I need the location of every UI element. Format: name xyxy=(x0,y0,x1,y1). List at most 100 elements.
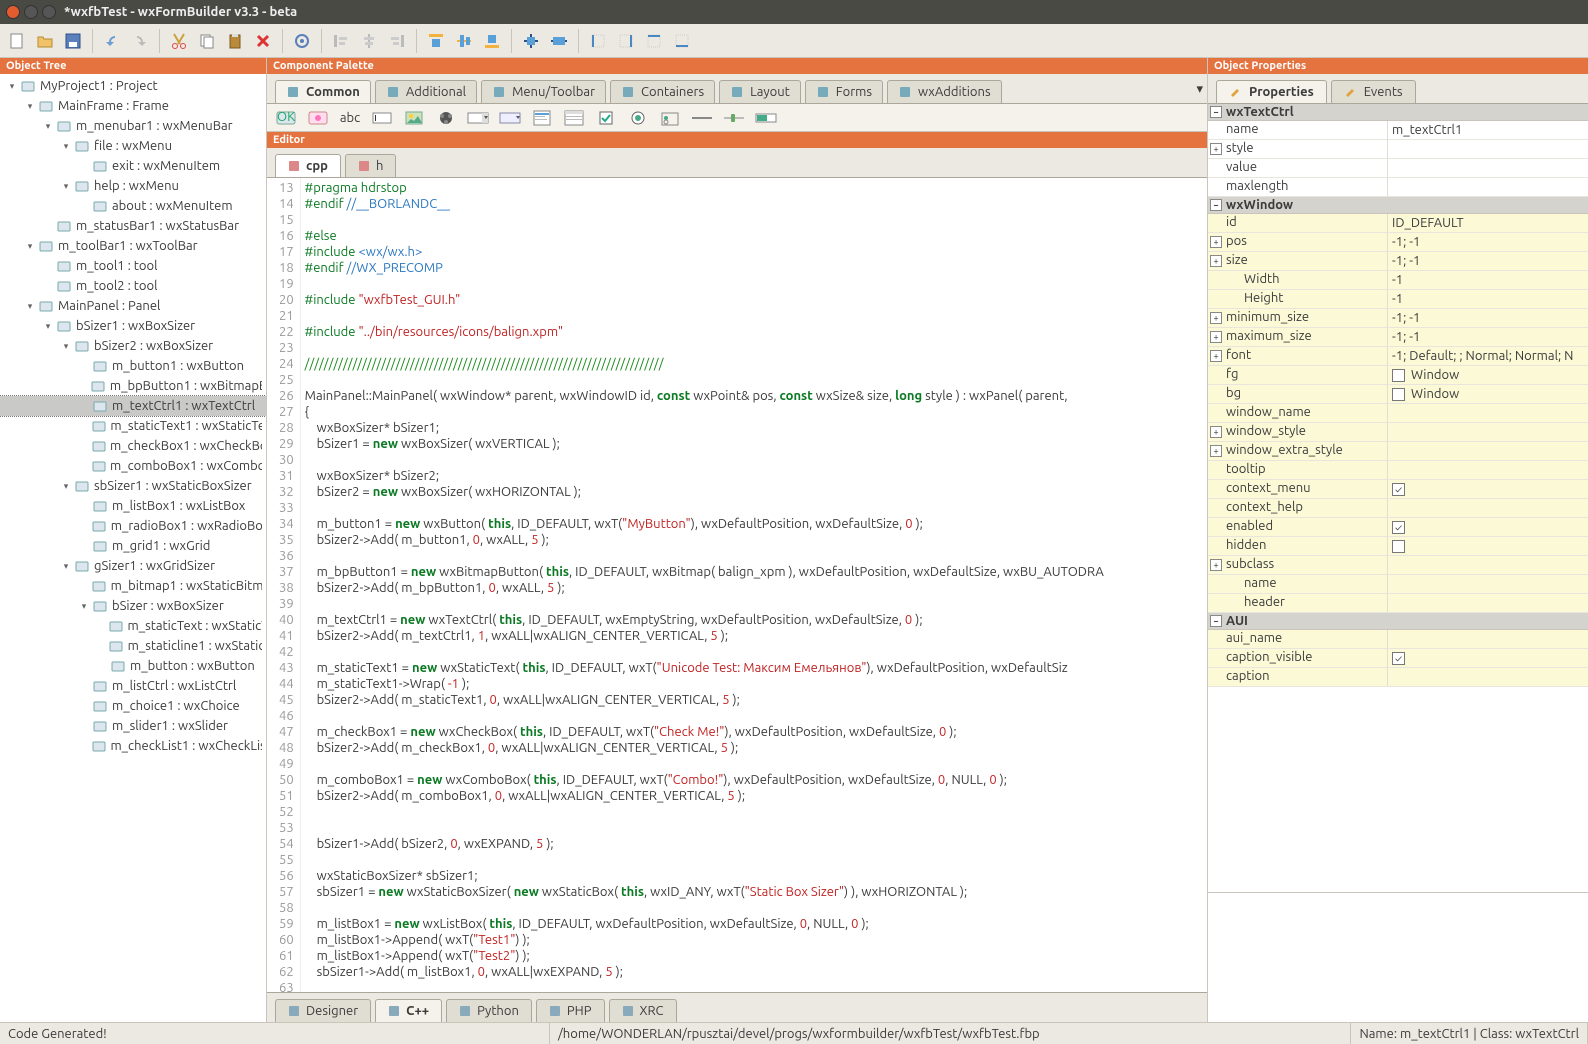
palette-tab-forms[interactable]: Forms xyxy=(805,80,883,103)
expand-icon[interactable]: + xyxy=(1210,143,1222,155)
prop-value[interactable]: -1; -1 xyxy=(1388,252,1588,270)
prop-row-tooltip[interactable]: tooltip xyxy=(1208,461,1588,480)
tree-item[interactable]: m_button1 : wxButton xyxy=(0,356,266,376)
prop-value[interactable]: ID_DEFAULT xyxy=(1388,214,1588,232)
prop-value[interactable] xyxy=(1388,140,1588,158)
collapse-icon[interactable]: ▾ xyxy=(60,140,72,152)
palette-slider-icon[interactable] xyxy=(723,109,745,127)
cut-button[interactable] xyxy=(166,28,192,54)
expand-icon[interactable]: + xyxy=(1210,445,1222,457)
tree-item[interactable]: ▾MainPanel : Panel xyxy=(0,296,266,316)
palette-static-text-icon[interactable]: abc xyxy=(339,109,361,127)
palette-tab-wxadditions[interactable]: wxAdditions xyxy=(887,80,1002,103)
tree-item[interactable]: m_slider1 : wxSlider xyxy=(0,716,266,736)
prop-row-window-style[interactable]: +window_style xyxy=(1208,423,1588,442)
tree-item[interactable]: ▾help : wxMenu xyxy=(0,176,266,196)
window-minimize-button[interactable] xyxy=(24,5,38,19)
tree-item[interactable]: m_statusBar1 : wxStatusBar xyxy=(0,216,266,236)
prop-value[interactable] xyxy=(1388,404,1588,422)
checkbox-icon[interactable]: ✓ xyxy=(1392,652,1405,665)
prop-row-style[interactable]: +style xyxy=(1208,140,1588,159)
palette-radiobox-icon[interactable] xyxy=(659,109,681,127)
palette-choice-icon[interactable] xyxy=(499,109,521,127)
palette-combo-icon[interactable] xyxy=(467,109,489,127)
save-file-button[interactable] xyxy=(60,28,86,54)
palette-tab-common[interactable]: Common xyxy=(275,80,371,103)
collapse-icon[interactable]: ▾ xyxy=(60,480,72,492)
palette-tab-containers[interactable]: Containers xyxy=(610,80,715,103)
prop-value[interactable]: -1; -1 xyxy=(1388,328,1588,346)
tree-item[interactable]: ▾MainFrame : Frame xyxy=(0,96,266,116)
prop-row-font[interactable]: +font-1; Default; ; Normal; Normal; N xyxy=(1208,347,1588,366)
paste-button[interactable] xyxy=(222,28,248,54)
prop-row-context-help[interactable]: context_help xyxy=(1208,499,1588,518)
palette-tab-layout[interactable]: Layout xyxy=(719,80,801,103)
border-top-button[interactable] xyxy=(641,28,667,54)
tree-item[interactable]: m_staticText : wxStaticTe xyxy=(0,616,266,636)
tree-item[interactable]: m_checkBox1 : wxCheckBox xyxy=(0,436,266,456)
prop-row-caption-visible[interactable]: caption_visible✓ xyxy=(1208,649,1588,668)
code-editor[interactable]: 1314151617181920212223242526272829303132… xyxy=(267,178,1207,992)
prop-value[interactable]: -1; -1 xyxy=(1388,233,1588,251)
tree-item[interactable]: m_listCtrl : wxListCtrl xyxy=(0,676,266,696)
tree-item[interactable]: m_listBox1 : wxListBox xyxy=(0,496,266,516)
palette-gauge-icon[interactable] xyxy=(755,109,777,127)
prop-category[interactable]: −wxTextCtrl xyxy=(1208,104,1588,121)
palette-tab-menu-toolbar[interactable]: Menu/Toolbar xyxy=(481,80,606,103)
prop-row-name[interactable]: name xyxy=(1208,575,1588,594)
prop-row-caption[interactable]: caption xyxy=(1208,668,1588,687)
palette-radio-icon[interactable] xyxy=(627,109,649,127)
prop-row-Width[interactable]: Width-1 xyxy=(1208,271,1588,290)
collapse-icon[interactable]: ▾ xyxy=(42,320,54,332)
collapse-icon[interactable]: − xyxy=(1210,199,1222,211)
align-top-button[interactable] xyxy=(423,28,449,54)
prop-row-pos[interactable]: +pos-1; -1 xyxy=(1208,233,1588,252)
property-grid[interactable]: −wxTextCtrlnamem_textCtrl1+stylevaluemax… xyxy=(1208,104,1588,892)
prop-value[interactable] xyxy=(1388,668,1588,686)
prop-value[interactable]: Window xyxy=(1388,366,1588,384)
prop-row-Height[interactable]: Height-1 xyxy=(1208,290,1588,309)
prop-category[interactable]: −AUI xyxy=(1208,613,1588,630)
tree-item[interactable]: ▾sbSizer1 : wxStaticBoxSizer xyxy=(0,476,266,496)
prop-row-size[interactable]: +size-1; -1 xyxy=(1208,252,1588,271)
prop-category[interactable]: −wxWindow xyxy=(1208,197,1588,214)
tree-item[interactable]: ▾bSizer1 : wxBoxSizer xyxy=(0,316,266,336)
prop-row-header[interactable]: header xyxy=(1208,594,1588,613)
prop-value[interactable]: -1; Default; ; Normal; Normal; N xyxy=(1388,347,1588,365)
copy-button[interactable] xyxy=(194,28,220,54)
tree-item[interactable]: ▾bSizer2 : wxBoxSizer xyxy=(0,336,266,356)
prop-row-maximum-size[interactable]: +maximum_size-1; -1 xyxy=(1208,328,1588,347)
tree-item[interactable]: m_staticline1 : wxStaticLi xyxy=(0,636,266,656)
prop-value[interactable] xyxy=(1388,537,1588,555)
bottom-tab-c-[interactable]: C++ xyxy=(375,999,442,1022)
collapse-icon[interactable]: ▾ xyxy=(60,560,72,572)
prop-row-bg[interactable]: bgWindow xyxy=(1208,385,1588,404)
palette-line-icon[interactable] xyxy=(691,109,713,127)
prop-row-enabled[interactable]: enabled✓ xyxy=(1208,518,1588,537)
tree-item[interactable]: exit : wxMenuItem xyxy=(0,156,266,176)
tree-item[interactable]: m_grid1 : wxGrid xyxy=(0,536,266,556)
tree-item[interactable]: m_tool2 : tool xyxy=(0,276,266,296)
bottom-tab-designer[interactable]: Designer xyxy=(275,999,371,1022)
prop-value[interactable]: ✓ xyxy=(1388,480,1588,498)
generate-code-button[interactable] xyxy=(289,28,315,54)
collapse-icon[interactable]: ▾ xyxy=(42,120,54,132)
object-tree[interactable]: ▾MyProject1 : Project▾MainFrame : Frame ▾… xyxy=(0,74,266,1022)
prop-row-window-name[interactable]: window_name xyxy=(1208,404,1588,423)
border-right-button[interactable] xyxy=(613,28,639,54)
palette-listbox-icon[interactable] xyxy=(531,109,553,127)
expand-icon[interactable]: + xyxy=(1210,350,1222,362)
tree-item[interactable]: m_tool1 : tool xyxy=(0,256,266,276)
prop-value[interactable]: m_textCtrl1 xyxy=(1388,121,1588,139)
checkbox-icon[interactable]: ✓ xyxy=(1392,521,1405,534)
tree-item[interactable]: about : wxMenuItem xyxy=(0,196,266,216)
prop-tab-properties[interactable]: Properties xyxy=(1216,80,1327,103)
prop-value[interactable] xyxy=(1388,499,1588,517)
tree-item[interactable]: ▾file : wxMenu xyxy=(0,136,266,156)
prop-tab-events[interactable]: Events xyxy=(1331,80,1416,103)
collapse-icon[interactable]: ▾ xyxy=(24,300,36,312)
tree-item[interactable]: ▾MyProject1 : Project xyxy=(0,76,266,96)
prop-row-subclass[interactable]: +subclass xyxy=(1208,556,1588,575)
prop-value[interactable] xyxy=(1388,178,1588,196)
expand-icon[interactable]: + xyxy=(1210,255,1222,267)
